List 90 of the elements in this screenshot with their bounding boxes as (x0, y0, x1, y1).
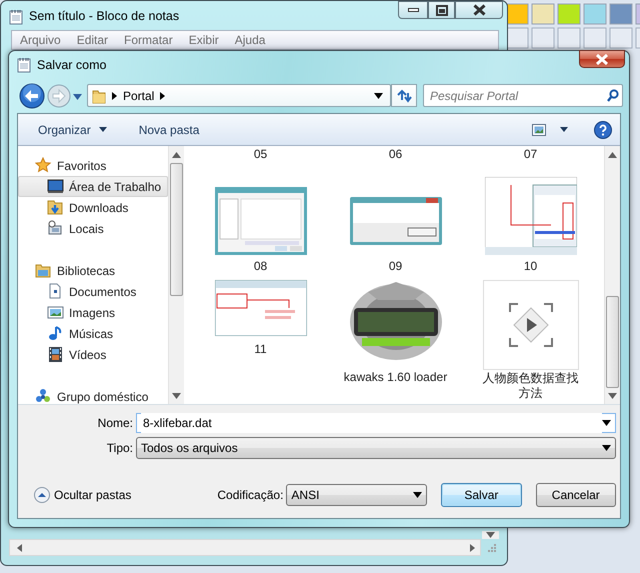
organize-menu-button[interactable]: Organizar (34, 120, 111, 138)
save-button[interactable]: Salvar (441, 483, 522, 507)
file-name-field[interactable]: 8-xlifebar.dat (136, 413, 616, 433)
nav-pane-item[interactable]: Documentos (18, 281, 168, 302)
file-name[interactable]: 05 (254, 146, 268, 162)
search-icon[interactable] (607, 89, 619, 102)
file-name[interactable]: 人物颜色数据查找方法 (482, 371, 580, 401)
close-button[interactable] (455, 1, 503, 19)
downloads-folder-icon (47, 199, 64, 216)
maximize-button[interactable] (428, 1, 455, 19)
scrollbar-thumb[interactable] (170, 163, 183, 296)
window-title: Salvar como (37, 57, 106, 74)
menu-item[interactable]: Arquivo (20, 31, 61, 49)
film-strip-icon (47, 346, 64, 363)
breadcrumb-item[interactable]: Portal (123, 86, 154, 104)
pictures-icon (47, 304, 64, 321)
nav-pane-item[interactable]: Grupo doméstico (18, 386, 168, 404)
collapse-icon (34, 487, 50, 503)
field-label: Nome: (96, 415, 134, 432)
file-name[interactable]: 07 (524, 146, 538, 162)
minimize-icon (408, 8, 418, 12)
dropdown-arrow-icon[interactable] (374, 92, 383, 98)
library-folder-icon (35, 262, 52, 279)
size-grip-icon[interactable] (487, 543, 497, 553)
nav-pane-item[interactable]: Downloads (18, 197, 168, 218)
minimize-button[interactable] (398, 1, 428, 19)
computer-icon (47, 220, 64, 237)
dropdown-arrow-icon[interactable] (560, 127, 568, 132)
horizontal-scrollbar[interactable] (9, 539, 481, 556)
menu-item[interactable]: Editar (76, 31, 108, 49)
nav-pane-item[interactable]: Área de Trabalho (18, 176, 168, 197)
scrollbar-thumb[interactable] (606, 296, 619, 388)
new-folder-button[interactable]: Nova pasta (134, 120, 204, 138)
folder-icon (92, 88, 106, 104)
nav-pane-item[interactable]: Locais (18, 218, 168, 239)
history-dropdown-icon[interactable] (73, 94, 82, 100)
file-type-select[interactable]: Todos os arquivos (136, 437, 616, 459)
video-play-icon (508, 302, 554, 348)
scroll-up-arrow-icon[interactable] (608, 152, 617, 158)
caret-icon (98, 127, 107, 132)
menu-item[interactable]: Exibir (188, 31, 219, 49)
file-name[interactable]: 06 (388, 146, 402, 162)
menu-item[interactable]: Ajuda (234, 31, 266, 49)
nav-pane-item[interactable]: Vídeos (18, 344, 168, 365)
encoding-select[interactable]: ANSI (286, 484, 428, 506)
notepad-icon (17, 57, 31, 73)
homegroup-icon (35, 388, 52, 404)
notepad-icon (9, 9, 23, 25)
menu-item[interactable]: Formatar (124, 31, 173, 49)
maximize-icon (436, 4, 448, 16)
file-name[interactable]: 08 (254, 259, 268, 274)
file-name[interactable]: 11 (254, 342, 267, 357)
scroll-down-arrow-icon[interactable] (172, 393, 181, 399)
desktop-icon (47, 178, 64, 195)
scroll-down-arrow-icon[interactable] (608, 393, 617, 399)
star-icon (35, 157, 52, 174)
file-name[interactable]: 10 (524, 259, 538, 274)
window-title: Sem título - Bloco de notas (29, 8, 180, 25)
nav-pane-item[interactable]: Favoritos (18, 155, 168, 176)
vertical-scrollbar[interactable] (482, 531, 499, 539)
view-options-icon[interactable] (532, 124, 546, 136)
scroll-down-arrow-icon[interactable] (486, 532, 495, 538)
file-name[interactable]: kawaks 1.60 loader (344, 370, 448, 385)
field-label: Codificação: (217, 487, 284, 504)
breadcrumb-arrow-icon[interactable] (160, 92, 166, 100)
dropdown-arrow-icon[interactable] (602, 420, 611, 426)
back-button[interactable] (19, 83, 45, 109)
search-field[interactable]: Pesquisar Portal (423, 84, 623, 107)
help-icon[interactable] (594, 120, 612, 138)
scroll-up-arrow-icon[interactable] (172, 152, 181, 158)
file-name[interactable]: 09 (388, 259, 402, 274)
color-palette-drawing[interactable] (505, 3, 640, 49)
address-bar[interactable]: Portal (87, 84, 391, 107)
music-note-icon (47, 325, 64, 342)
breadcrumb-arrow-icon[interactable] (112, 92, 117, 100)
dropdown-arrow-icon[interactable] (602, 445, 611, 451)
scroll-left-arrow-icon[interactable] (16, 544, 24, 552)
hide-folders-button[interactable]: Ocultar pastas (28, 485, 138, 505)
scroll-right-arrow-icon[interactable] (468, 544, 476, 552)
nav-pane-item[interactable]: Imagens (18, 302, 168, 323)
close-icon (472, 4, 486, 16)
dropdown-arrow-icon[interactable] (413, 492, 422, 498)
close-button[interactable] (579, 50, 625, 68)
nav-pane-item[interactable]: Músicas (18, 323, 168, 344)
field-label: Tipo: (106, 440, 134, 457)
close-icon (595, 54, 609, 64)
refresh-icon (396, 88, 412, 102)
refresh-button[interactable] (391, 84, 417, 107)
cancel-button[interactable]: Cancelar (536, 483, 616, 507)
nav-pane-item[interactable]: Bibliotecas (18, 260, 168, 281)
